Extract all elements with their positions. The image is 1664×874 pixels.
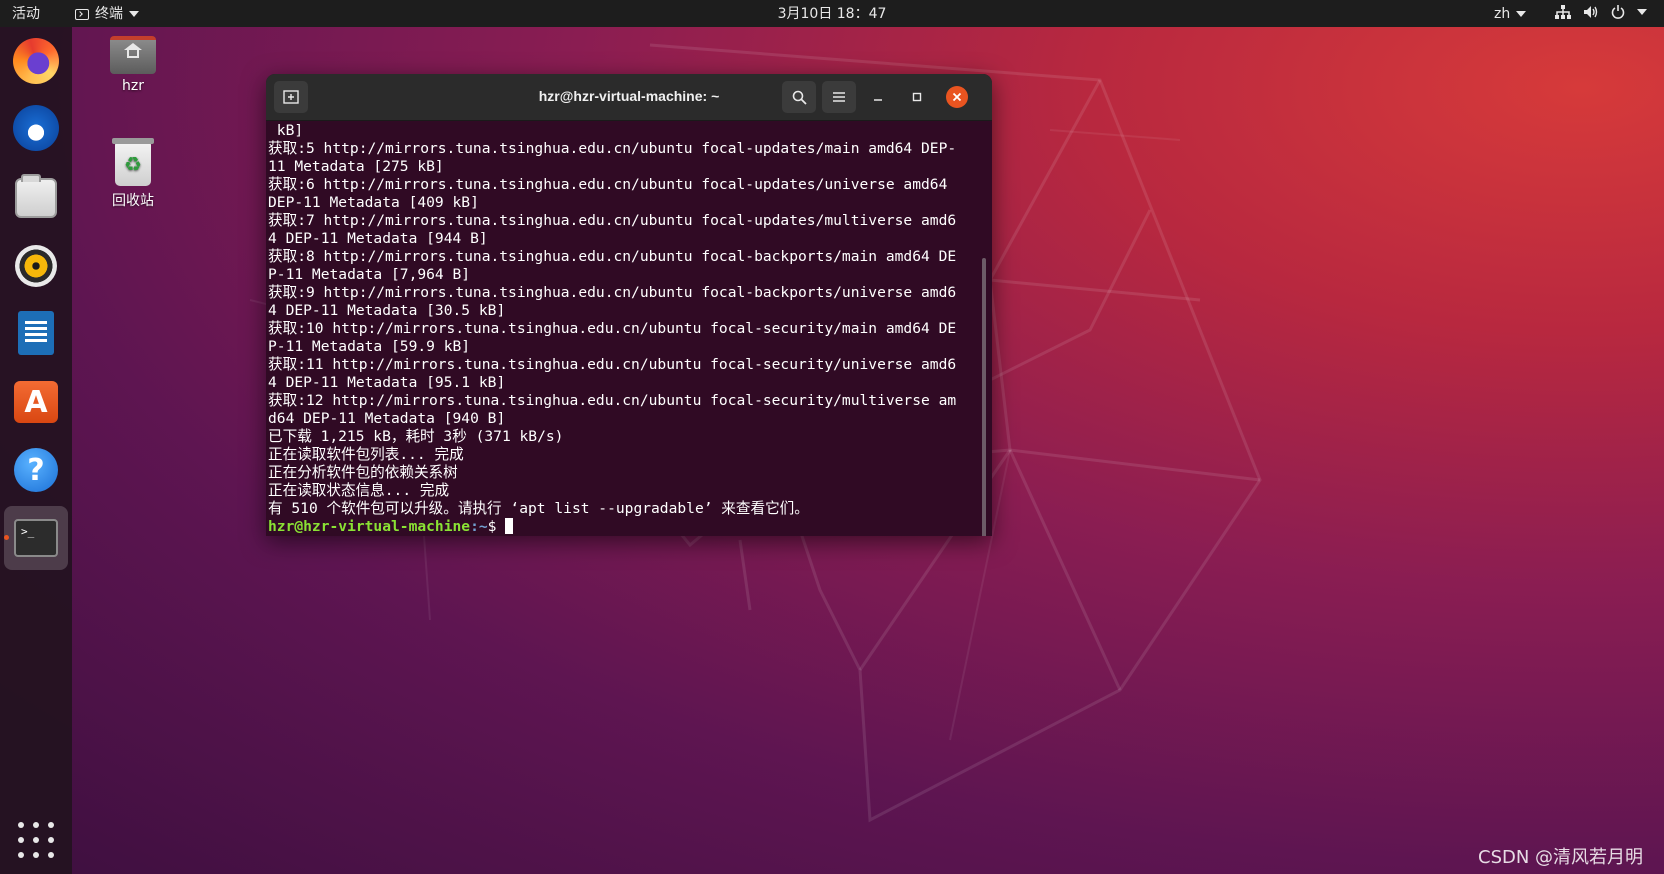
dock-firefox[interactable] bbox=[11, 36, 61, 86]
terminal-line: 获取:5 http://mirrors.tuna.tsinghua.edu.cn… bbox=[268, 140, 957, 157]
terminal-output[interactable]: kB] 获取:5 http://mirrors.tuna.tsinghua.edu… bbox=[268, 122, 978, 536]
terminal-lines: kB] 获取:5 http://mirrors.tuna.tsinghua.edu… bbox=[268, 122, 978, 518]
minimize-icon bbox=[874, 99, 882, 101]
terminal-line: d64 DEP-11 Metadata [940 B] bbox=[268, 410, 506, 427]
text-cursor bbox=[505, 518, 514, 534]
search-button[interactable] bbox=[782, 81, 816, 113]
maximize-icon bbox=[912, 92, 922, 102]
terminal-line: 正在分析软件包的依赖关系树 bbox=[268, 464, 458, 481]
maximize-button[interactable] bbox=[906, 86, 928, 108]
close-button[interactable] bbox=[946, 86, 968, 108]
dock-libreoffice-writer[interactable] bbox=[11, 308, 61, 358]
chevron-down-icon bbox=[1637, 9, 1647, 15]
dock: A ? >_ bbox=[0, 27, 72, 874]
terminal-line: 有 510 个软件包可以升级。请执行 ‘apt list --upgradabl… bbox=[268, 500, 809, 517]
terminal-line: 4 DEP-11 Metadata [95.1 kB] bbox=[268, 374, 506, 391]
show-applications-button[interactable] bbox=[18, 822, 54, 858]
terminal-line: P-11 Metadata [7,964 B] bbox=[268, 266, 471, 283]
terminal-line: P-11 Metadata [59.9 kB] bbox=[268, 338, 471, 355]
prompt-symbol: $ bbox=[487, 518, 506, 535]
dock-rhythmbox[interactable] bbox=[11, 241, 61, 291]
files-icon bbox=[15, 174, 57, 218]
prompt-user: hzr@hzr-virtual-machine bbox=[268, 518, 471, 535]
rhythmbox-icon bbox=[15, 245, 57, 287]
prompt-line: hzr@hzr-virtual-machine:~$ bbox=[268, 518, 978, 536]
terminal-line: 获取:11 http://mirrors.tuna.tsinghua.edu.c… bbox=[268, 356, 957, 373]
running-indicator bbox=[4, 535, 9, 540]
language-label: zh bbox=[1494, 6, 1511, 22]
desktop-trash[interactable]: ♻ 回收站 bbox=[93, 138, 173, 210]
system-menu-button[interactable] bbox=[1555, 5, 1647, 19]
search-icon bbox=[792, 90, 807, 105]
software-center-icon: A bbox=[14, 381, 58, 423]
terminal-line: 4 DEP-11 Metadata [30.5 kB] bbox=[268, 302, 506, 319]
menu-button[interactable] bbox=[822, 81, 856, 113]
terminal-line: 正在读取状态信息... 完成 bbox=[268, 482, 450, 499]
terminal-line: kB] bbox=[268, 122, 304, 139]
close-icon bbox=[952, 92, 962, 102]
desktop-home-folder[interactable]: hzr bbox=[93, 36, 173, 94]
dock-terminal[interactable]: >_ bbox=[4, 506, 68, 570]
writer-icon bbox=[18, 311, 54, 355]
terminal-line: 已下载 1,215 kB，耗时 3秒 (371 kB/s) bbox=[268, 428, 564, 445]
desktop: 活动 终端 3月10日 18：47 zh A ? >_ hzr ♻ 回收站 hz… bbox=[0, 0, 1664, 874]
scrollbar[interactable] bbox=[982, 258, 986, 536]
terminal-line: 正在读取软件包列表... 完成 bbox=[268, 446, 464, 463]
dock-files[interactable] bbox=[11, 173, 61, 223]
terminal-line: DEP-11 Metadata [409 kB] bbox=[268, 194, 479, 211]
terminal-line: 获取:8 http://mirrors.tuna.tsinghua.edu.cn… bbox=[268, 248, 957, 265]
minimize-button[interactable] bbox=[867, 86, 889, 108]
terminal-icon: >_ bbox=[14, 519, 58, 557]
hamburger-icon bbox=[833, 92, 845, 102]
terminal-window[interactable]: hzr@hzr-virtual-machine: ~ kB] 获取:5 http… bbox=[266, 74, 992, 536]
clock[interactable]: 3月10日 18：47 bbox=[0, 5, 1664, 23]
home-folder-icon bbox=[110, 36, 156, 74]
terminal-line: 获取:9 http://mirrors.tuna.tsinghua.edu.cn… bbox=[268, 284, 957, 301]
dock-thunderbird[interactable] bbox=[11, 103, 61, 153]
dock-ubuntu-software[interactable]: A bbox=[11, 377, 61, 427]
terminal-line: 获取:7 http://mirrors.tuna.tsinghua.edu.cn… bbox=[268, 212, 957, 229]
terminal-line: 获取:6 http://mirrors.tuna.tsinghua.edu.cn… bbox=[268, 176, 948, 193]
input-method-button[interactable]: zh bbox=[1494, 5, 1527, 23]
chevron-down-icon bbox=[1516, 11, 1527, 17]
dock-help[interactable]: ? bbox=[11, 445, 61, 495]
terminal-line: 获取:12 http://mirrors.tuna.tsinghua.edu.c… bbox=[268, 392, 957, 409]
network-icon bbox=[1555, 5, 1571, 19]
power-icon bbox=[1611, 5, 1625, 19]
home-folder-label: hzr bbox=[122, 78, 144, 94]
top-bar: 活动 终端 3月10日 18：47 zh bbox=[0, 0, 1664, 27]
watermark: CSDN @清风若月明 bbox=[1478, 847, 1644, 868]
volume-icon bbox=[1584, 6, 1598, 18]
terminal-line: 获取:10 http://mirrors.tuna.tsinghua.edu.c… bbox=[268, 320, 957, 337]
help-icon: ? bbox=[14, 448, 58, 492]
prompt-path: :~ bbox=[470, 518, 488, 535]
terminal-line: 11 Metadata [275 kB] bbox=[268, 158, 444, 175]
terminal-headerbar[interactable]: hzr@hzr-virtual-machine: ~ bbox=[266, 74, 992, 121]
trash-icon: ♻ bbox=[112, 138, 154, 186]
trash-label: 回收站 bbox=[112, 193, 154, 209]
firefox-icon bbox=[13, 38, 59, 84]
terminal-line: 4 DEP-11 Metadata [944 B] bbox=[268, 230, 488, 247]
thunderbird-icon bbox=[13, 105, 59, 151]
